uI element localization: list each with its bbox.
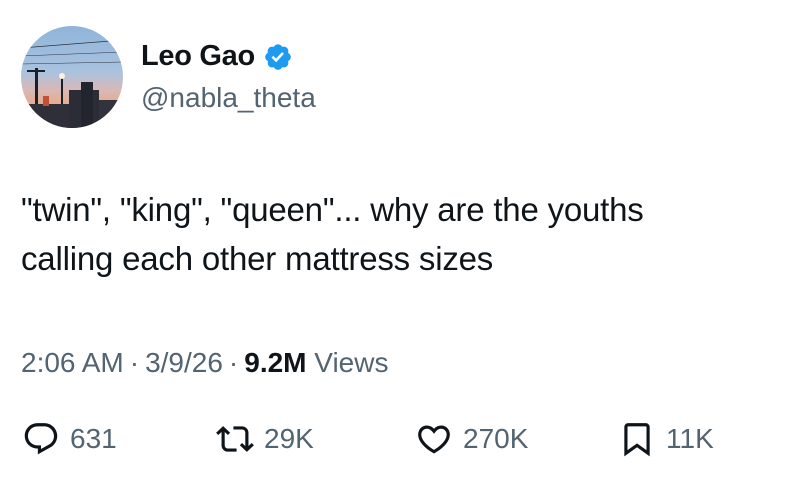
verified-badge-icon (265, 43, 291, 70)
author-row: Leo Gao (141, 40, 293, 73)
timestamp-time[interactable]: 2:06 AM (21, 347, 124, 378)
reply-button[interactable]: 631 (22, 420, 117, 458)
retweet-icon (216, 426, 254, 452)
bookmark-count: 11K (666, 423, 714, 454)
timestamp-date[interactable]: 3/9/26 (145, 347, 223, 378)
bookmark-icon (624, 423, 650, 457)
heart-icon (418, 425, 450, 454)
views-count: 9.2M (244, 347, 307, 378)
display-name[interactable]: Leo Gao (141, 40, 255, 73)
tweet-text: "twin", "king", "queen"... why are the y… (21, 185, 781, 283)
reply-count: 631 (70, 423, 117, 454)
like-count: 270K (463, 423, 529, 454)
avatar-image (21, 26, 123, 128)
meta-separator: · (129, 347, 140, 378)
views-label: Views (314, 347, 389, 378)
retweet-button[interactable]: 29K (216, 420, 314, 458)
retweet-count: 29K (264, 423, 314, 454)
tweet-text-line: calling each other mattress sizes (21, 240, 494, 277)
user-handle[interactable]: @nabla_theta (141, 82, 316, 114)
bookmark-button[interactable]: 11K (618, 420, 714, 458)
tweet-meta: 2:06 AM · 3/9/26 · 9.2M Views (21, 347, 388, 379)
tweet-text-line: "twin", "king", "queen"... why are the y… (21, 191, 644, 228)
tweet-card: Leo Gao @nabla_theta "twin", "king", "qu… (0, 0, 800, 503)
reply-icon (24, 423, 58, 455)
avatar[interactable] (21, 26, 123, 128)
meta-separator: · (228, 347, 239, 378)
action-bar: 631 29K 270K 11K (0, 420, 800, 468)
like-button[interactable]: 270K (415, 420, 528, 458)
